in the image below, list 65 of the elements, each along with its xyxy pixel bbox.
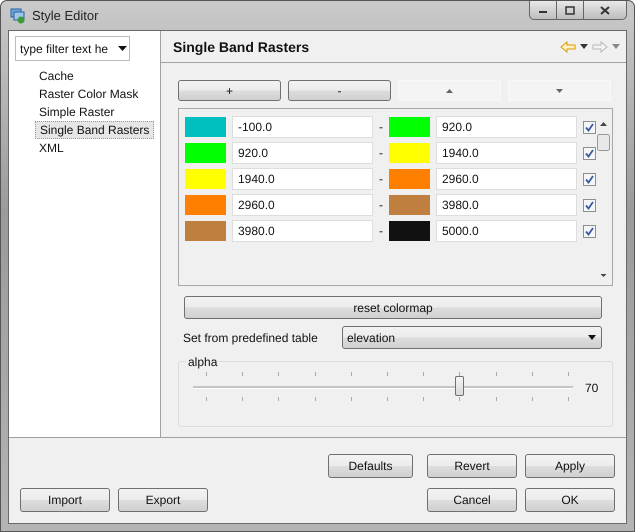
value-field[interactable]: 1940.0 bbox=[232, 168, 373, 190]
predefined-table-label: Set from predefined table bbox=[183, 330, 319, 344]
caret-icon bbox=[588, 335, 596, 340]
dialog-button[interactable]: Revert bbox=[427, 454, 517, 478]
sidebar-item[interactable]: Single Band Rasters bbox=[35, 121, 154, 139]
predefined-table-dropdown[interactable]: elevation bbox=[342, 326, 602, 349]
page-title: Single Band Rasters bbox=[173, 38, 310, 54]
value-field[interactable]: 2960.0 bbox=[232, 194, 373, 216]
minimize-button[interactable] bbox=[529, 1, 557, 20]
dialog-button[interactable]: Apply bbox=[525, 454, 615, 478]
color-swatch[interactable] bbox=[185, 143, 226, 163]
dialog-button[interactable]: Defaults bbox=[328, 454, 413, 478]
checkbox[interactable] bbox=[583, 224, 596, 238]
value-field[interactable]: -100.0 bbox=[232, 116, 373, 138]
dialog-button[interactable]: Import bbox=[20, 488, 110, 512]
app-icon bbox=[10, 8, 26, 24]
filter-field[interactable]: type filter text he bbox=[15, 36, 130, 61]
sidebar-item[interactable]: Cache bbox=[35, 67, 78, 85]
checkbox[interactable] bbox=[583, 172, 596, 186]
value-field[interactable]: 5000.0 bbox=[436, 220, 577, 242]
color-swatch[interactable] bbox=[185, 117, 226, 137]
checkbox[interactable] bbox=[583, 198, 596, 212]
maximize-button[interactable] bbox=[557, 1, 584, 20]
dialog-button[interactable]: OK bbox=[525, 488, 615, 512]
color-swatch[interactable] bbox=[389, 169, 430, 189]
value-field[interactable]: 2960.0 bbox=[436, 168, 577, 190]
down-triangle-icon bbox=[556, 88, 563, 92]
close-button[interactable] bbox=[584, 1, 627, 20]
color-swatch[interactable] bbox=[185, 169, 226, 189]
maximize-icon bbox=[565, 6, 575, 14]
range-separator: - bbox=[378, 198, 384, 212]
range-separator: - bbox=[378, 120, 384, 134]
alpha-label: alpha bbox=[186, 355, 220, 369]
sidebar-item[interactable]: XML bbox=[35, 139, 68, 157]
up-triangle-icon bbox=[446, 88, 453, 92]
value-field[interactable]: 920.0 bbox=[436, 116, 577, 138]
caret-icon[interactable] bbox=[580, 44, 588, 49]
sidebar-item[interactable]: Simple Raster bbox=[35, 103, 118, 121]
window-title: Style Editor bbox=[32, 8, 98, 23]
color-swatch[interactable] bbox=[389, 143, 430, 163]
range-separator: - bbox=[378, 146, 384, 160]
value-field[interactable]: 3980.0 bbox=[436, 194, 577, 216]
add-button[interactable]: + bbox=[178, 80, 281, 101]
alpha-value: 70 bbox=[585, 380, 598, 394]
color-swatch[interactable] bbox=[389, 221, 430, 241]
slider-thumb[interactable] bbox=[455, 376, 464, 396]
color-swatch[interactable] bbox=[185, 221, 226, 241]
value-field[interactable]: 1940.0 bbox=[436, 142, 577, 164]
sidebar-item[interactable]: Raster Color Mask bbox=[35, 85, 142, 103]
checkbox[interactable] bbox=[583, 146, 596, 160]
range-separator: - bbox=[378, 172, 384, 186]
color-swatch[interactable] bbox=[185, 195, 226, 215]
color-swatch[interactable] bbox=[389, 117, 430, 137]
dialog-button[interactable]: Cancel bbox=[427, 488, 517, 512]
color-swatch[interactable] bbox=[389, 195, 430, 215]
close-icon bbox=[600, 6, 610, 14]
remove-button[interactable]: - bbox=[288, 80, 391, 101]
reset-colormap-button[interactable]: reset colormap bbox=[184, 296, 602, 319]
range-separator: - bbox=[378, 224, 384, 238]
caret-icon bbox=[118, 46, 127, 51]
dialog-button[interactable]: Export bbox=[118, 488, 208, 512]
alpha-slider[interactable] bbox=[193, 372, 573, 403]
checkbox[interactable] bbox=[583, 120, 596, 134]
value-field[interactable]: 3980.0 bbox=[232, 220, 373, 242]
value-field[interactable]: 920.0 bbox=[232, 142, 373, 164]
